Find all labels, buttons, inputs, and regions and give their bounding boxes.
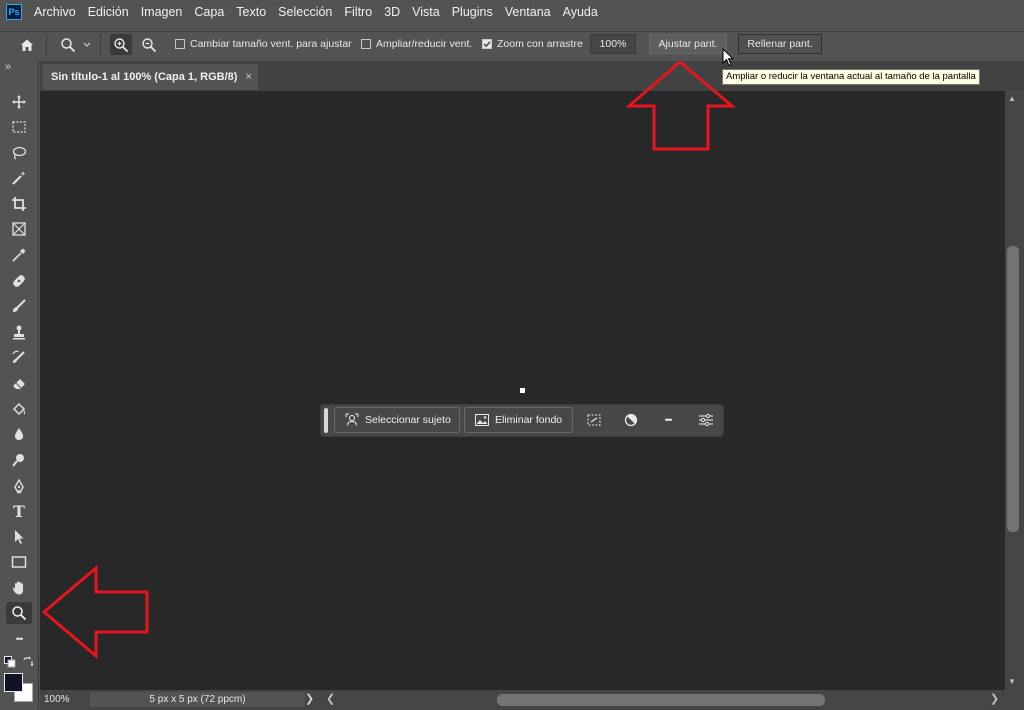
zoom-preset-icon[interactable]	[57, 35, 79, 55]
adjustment-icon[interactable]	[621, 410, 641, 430]
document-tab-title: Sin título-1 al 100% (Capa 1, RGB/8)	[51, 71, 238, 83]
hand-tool-icon[interactable]	[6, 577, 32, 599]
status-zoom-field[interactable]: 100%	[44, 692, 84, 707]
separator	[100, 34, 101, 56]
history-brush-tool-icon[interactable]	[6, 346, 32, 368]
zoom-all-windows-checkbox[interactable]	[361, 39, 371, 49]
menu-imagen[interactable]: Imagen	[135, 5, 189, 19]
photoshop-logo-icon: Ps	[6, 4, 22, 20]
default-colors-icon[interactable]	[4, 656, 16, 668]
pen-tool-icon[interactable]	[6, 475, 32, 497]
resize-windows-label: Cambiar tamaño vent. para ajustar	[190, 38, 352, 50]
fit-screen-button[interactable]: Ajustar pant.	[649, 34, 727, 54]
horizontal-scroll-thumb[interactable]	[497, 694, 825, 706]
crop-tool-icon[interactable]	[6, 193, 32, 215]
paint-bucket-tool-icon[interactable]	[6, 398, 32, 420]
path-selection-tool-icon[interactable]	[6, 526, 32, 548]
menu-plugins[interactable]: Plugins	[446, 5, 499, 19]
separator	[46, 34, 47, 56]
menu-vista[interactable]: Vista	[406, 5, 446, 19]
scroll-left-icon[interactable]: ❮	[326, 692, 335, 705]
transform-icon[interactable]	[584, 410, 604, 430]
clone-stamp-tool-icon[interactable]	[6, 321, 32, 343]
menu-capa[interactable]: Capa	[188, 5, 230, 19]
annotation-arrow-left-icon	[41, 564, 150, 660]
chevron-down-icon[interactable]	[81, 37, 93, 53]
dodge-tool-icon[interactable]	[6, 449, 32, 471]
zoom-in-icon[interactable]	[110, 34, 132, 55]
remove-background-label: Eliminar fondo	[495, 414, 563, 426]
zoom-out-icon[interactable]	[138, 35, 160, 55]
rectangle-tool-icon[interactable]	[6, 551, 32, 573]
image-icon	[475, 414, 489, 426]
select-subject-icon	[345, 413, 359, 426]
magic-wand-tool-icon[interactable]	[6, 167, 32, 189]
taskbar-settings-icon[interactable]	[696, 410, 716, 430]
zoom-all-windows-label: Ampliar/reducir vent.	[376, 38, 473, 50]
foreground-color-swatch[interactable]	[4, 673, 23, 692]
menu-ayuda[interactable]: Ayuda	[557, 5, 604, 19]
menu-filtro[interactable]: Filtro	[338, 5, 378, 19]
checkmark-icon	[483, 41, 491, 48]
zoom-value-field[interactable]: 100%	[590, 34, 636, 54]
scroll-right-icon[interactable]: ❯	[990, 692, 999, 705]
fill-screen-button[interactable]: Rellenar pant.	[738, 34, 822, 54]
menu-3d[interactable]: 3D	[378, 5, 406, 19]
zoom-tool-icon[interactable]	[6, 602, 32, 624]
edit-toolbar-icon[interactable]: •••	[6, 628, 32, 650]
menu-edicion[interactable]: Edición	[82, 5, 135, 19]
document-info: 5 px x 5 px (72 ppcm)	[90, 692, 305, 707]
scroll-down-icon[interactable]: ▼	[1008, 677, 1016, 686]
scrubby-zoom-label: Zoom con arrastre	[497, 38, 583, 50]
taskbar-drag-handle[interactable]	[324, 408, 328, 433]
annotation-arrow-up-icon	[624, 60, 737, 152]
brush-tool-icon[interactable]	[6, 295, 32, 317]
document-tab[interactable]: Sin título-1 al 100% (Capa 1, RGB/8) ×	[43, 64, 258, 90]
menu-archivo[interactable]: Archivo	[28, 5, 82, 19]
eraser-tool-icon[interactable]	[6, 372, 32, 394]
spot-healing-tool-icon[interactable]	[6, 270, 32, 292]
marquee-tool-icon[interactable]	[6, 116, 32, 138]
type-tool-icon[interactable]: T	[6, 500, 32, 522]
menu-ventana[interactable]: Ventana	[499, 5, 557, 19]
lasso-tool-icon[interactable]	[6, 142, 32, 164]
menu-seleccion[interactable]: Selección	[272, 5, 338, 19]
collapse-toolbar-icon[interactable]: »	[5, 61, 11, 73]
eyedropper-tool-icon[interactable]	[6, 244, 32, 266]
remove-background-button[interactable]: Eliminar fondo	[464, 407, 573, 433]
close-icon[interactable]: ×	[245, 71, 251, 83]
menu-items: Archivo Edición Imagen Capa Texto Selecc…	[28, 0, 604, 24]
vertical-scroll-thumb[interactable]	[1007, 246, 1019, 532]
frame-tool-icon[interactable]	[6, 218, 32, 240]
scroll-up-icon[interactable]: ▲	[1008, 94, 1016, 103]
document-canvas[interactable]	[520, 388, 525, 393]
status-menu-arrow-icon[interactable]: ❯	[305, 692, 314, 705]
more-options-icon[interactable]: •••	[658, 410, 678, 430]
home-icon[interactable]	[16, 35, 38, 55]
tooltip: Ampliar o reducir la ventana actual al t…	[722, 69, 980, 85]
menu-texto[interactable]: Texto	[230, 5, 272, 19]
blur-tool-icon[interactable]	[6, 423, 32, 445]
swap-colors-icon[interactable]	[22, 656, 34, 668]
select-subject-button[interactable]: Seleccionar sujeto	[334, 407, 460, 433]
scrubby-zoom-checkbox[interactable]	[482, 39, 492, 49]
move-tool-icon[interactable]	[6, 91, 32, 113]
select-subject-label: Seleccionar sujeto	[365, 414, 451, 426]
resize-windows-checkbox[interactable]	[175, 39, 185, 49]
